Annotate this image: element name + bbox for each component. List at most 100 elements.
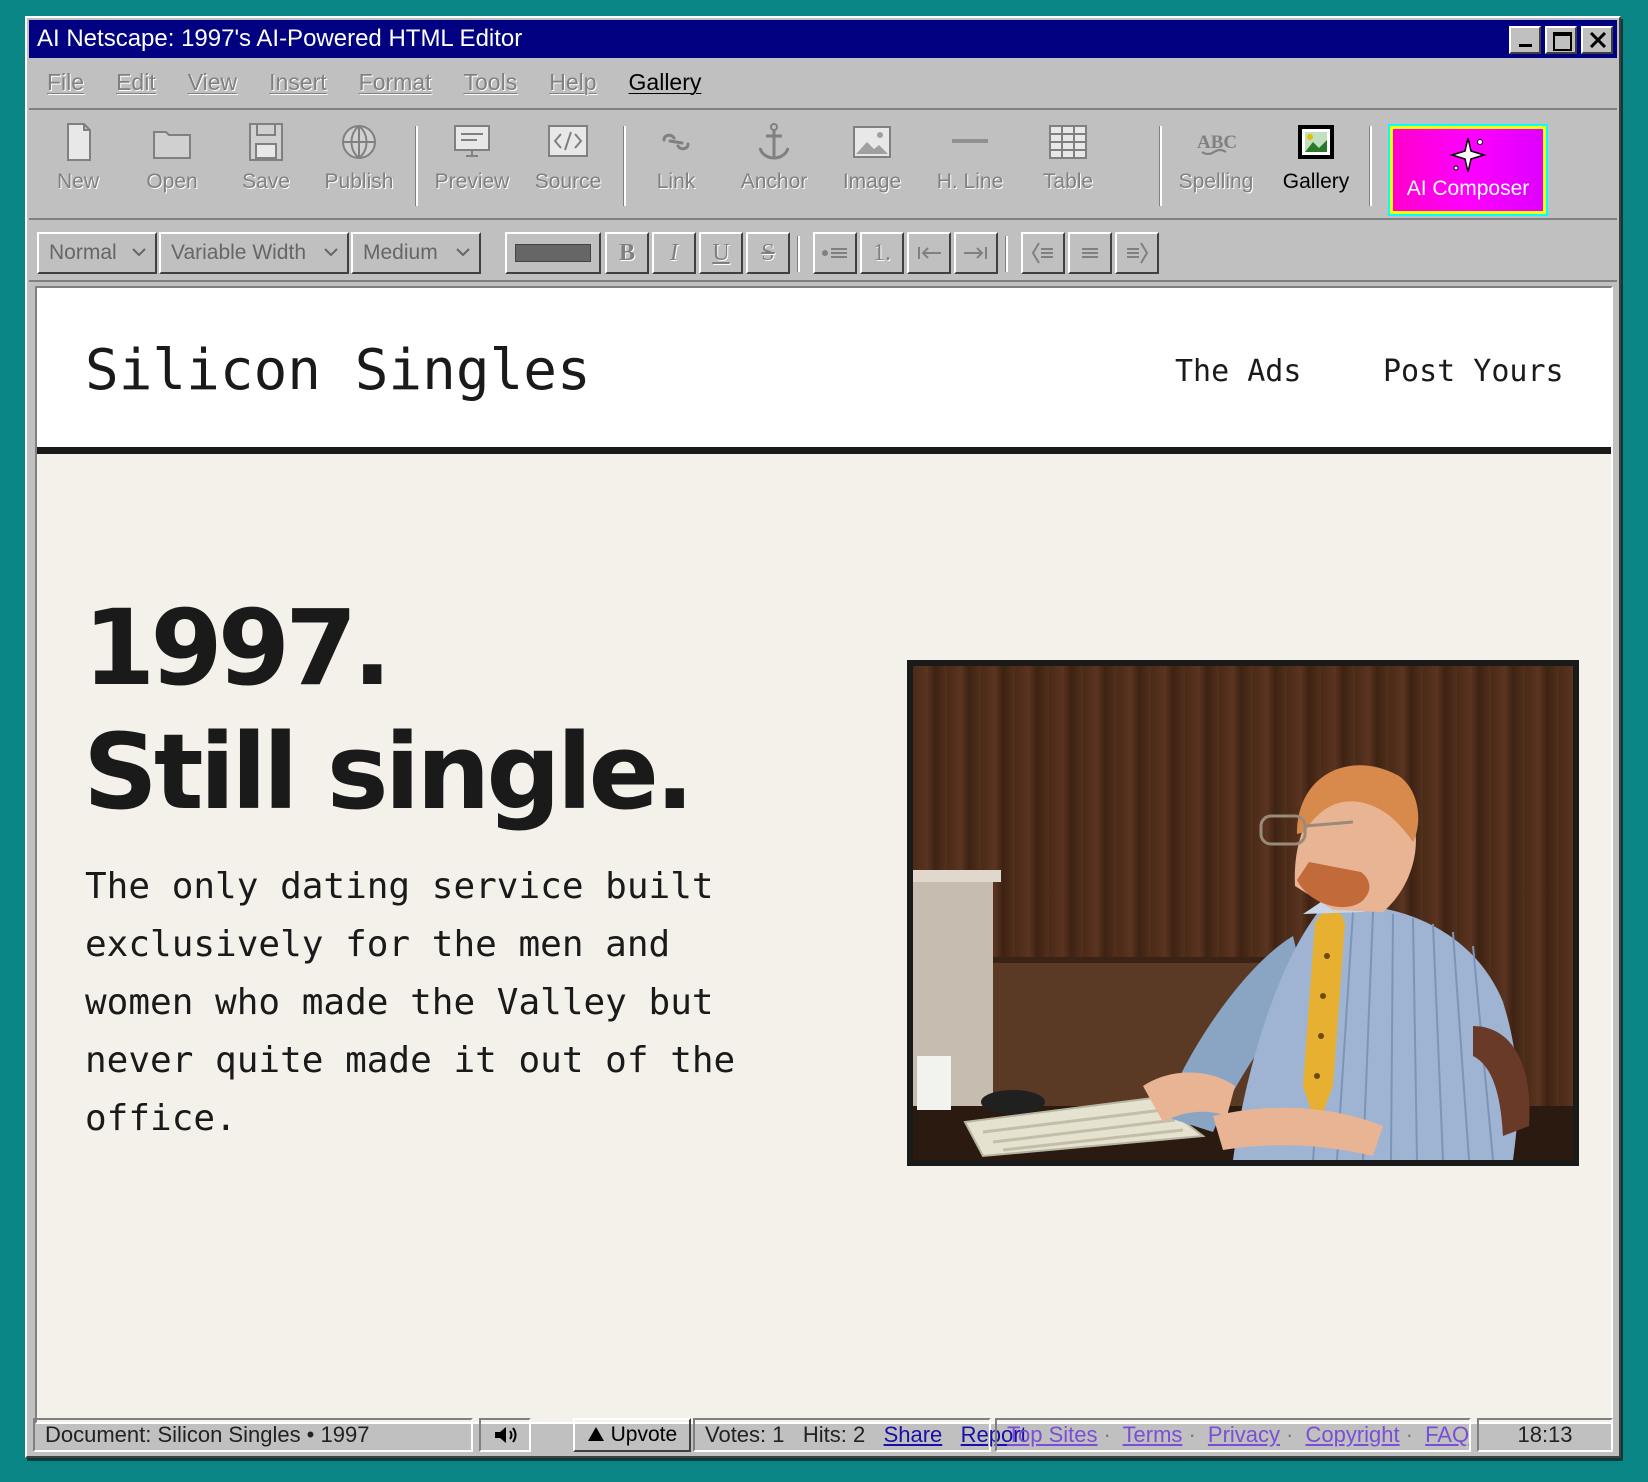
editor-window: AI Netscape: 1997's AI-Powered HTML Edit… [25,16,1621,1458]
align-left-button[interactable] [1021,232,1065,274]
man-at-computer-illustration [913,765,1573,1160]
chevron-down-icon [132,248,146,257]
close-icon [1589,32,1607,48]
menu-view[interactable]: View [188,69,237,96]
menu-file[interactable]: File [47,69,84,96]
align-center-button[interactable] [1068,232,1112,274]
source-button[interactable]: Source [523,116,613,212]
ordered-list-button[interactable]: 1. [860,232,904,274]
menu-format[interactable]: Format [359,69,432,96]
hero-photo[interactable] [907,660,1579,1166]
new-document-icon [67,123,91,161]
align-right-button[interactable] [1115,232,1159,274]
menu-insert[interactable]: Insert [269,69,327,96]
format-separator [1005,236,1008,272]
horizontal-line-icon [952,139,988,143]
nav-link-post-yours[interactable]: Post Yours [1383,354,1564,389]
menu-help[interactable]: Help [549,69,596,96]
chevron-down-icon [456,248,470,257]
main-toolbar: New Open Save Publish Preview Source Lin… [29,108,1617,220]
open-button[interactable]: Open [127,116,217,212]
clock: 18:13 [1477,1418,1613,1452]
anchor-button[interactable]: Anchor [729,116,819,212]
menu-edit[interactable]: Edit [116,69,156,96]
chevron-down-icon [324,248,338,257]
color-swatch [515,244,591,262]
close-button[interactable] [1581,26,1613,54]
strikethrough-button[interactable]: S [746,232,790,274]
format-toolbar: Normal Variable Width Medium B I U S 1. [29,224,1617,282]
site-header: Silicon Singles The Ads Post Yours [37,288,1611,454]
votes-count: Votes: 1 [705,1422,785,1447]
indent-button[interactable] [954,232,998,274]
ai-composer-button[interactable]: AI Composer [1388,124,1548,216]
link-button[interactable]: Link [631,116,721,212]
save-button[interactable]: Save [221,116,311,212]
align-center-icon [1082,248,1098,258]
hero-heading-year: 1997. [83,587,392,709]
chain-link-icon [662,133,690,151]
speaker-icon [495,1427,517,1443]
site-title[interactable]: Silicon Singles [85,338,591,403]
minimize-button[interactable] [1509,26,1541,54]
footer-link-privacy[interactable]: Privacy [1208,1422,1280,1447]
underline-button[interactable]: U [699,232,743,274]
status-bar: Document: Silicon Singles • 1997 Upvote … [29,1418,1617,1454]
bullet-list-button[interactable] [813,232,857,274]
text-color-picker[interactable] [505,232,601,274]
menu-gallery[interactable]: Gallery [629,69,702,96]
bold-button[interactable]: B [605,232,649,274]
align-left-icon [1031,242,1053,264]
outdent-button[interactable] [907,232,951,274]
format-separator [797,236,800,272]
outdent-icon [918,247,941,259]
italic-button[interactable]: I [652,232,696,274]
sound-toggle[interactable] [479,1418,531,1452]
footer-link-faq[interactable]: FAQ [1425,1422,1469,1447]
font-size-select[interactable]: Medium [351,232,481,274]
image-icon [853,126,891,158]
footer-link-copyright[interactable]: Copyright [1305,1422,1399,1447]
sparkle-icon [1449,137,1487,173]
share-link[interactable]: Share [884,1422,943,1447]
new-button[interactable]: New [33,116,123,212]
editor-canvas[interactable]: Silicon Singles The Ads Post Yours 1997.… [35,286,1613,1424]
floppy-disk-icon [249,123,283,161]
maximize-button[interactable] [1545,26,1577,54]
vote-stats: Votes: 1 Hits: 2 Share Report [693,1418,1027,1452]
anchor-icon [758,123,790,160]
toolbar-separator [1159,126,1162,206]
table-button[interactable]: Table [1023,116,1113,212]
horizontal-line-button[interactable]: H. Line [925,116,1015,212]
hits-count: Hits: 2 [802,1422,866,1447]
globe-icon [342,125,376,159]
triangle-up-icon [587,1427,604,1441]
align-right-icon [1127,242,1149,264]
menu-bar: File Edit View Insert Format Tools Help … [29,62,1617,102]
title-bar[interactable]: AI Netscape: 1997's AI-Powered HTML Edit… [29,20,1617,58]
spell-check-icon: ABC [1197,132,1237,155]
indent-icon [964,247,987,259]
spelling-button[interactable]: ABC Spelling [1171,116,1261,212]
footer-link-top-sites[interactable]: Top Sites [1007,1422,1098,1447]
publish-button[interactable]: Publish [314,116,404,212]
gallery-button[interactable]: Gallery [1271,116,1361,212]
font-select[interactable]: Variable Width [159,232,349,274]
folder-icon [153,131,191,159]
hero-description: The only dating service built exclusivel… [85,866,736,1139]
nav-link-the-ads[interactable]: The Ads [1175,354,1301,389]
toolbar-separator [623,126,626,206]
paragraph-style-select[interactable]: Normal [37,232,157,274]
code-icon [548,125,588,157]
toolbar-separator [415,126,418,206]
preview-button[interactable]: Preview [427,116,517,212]
toolbar-separator [1369,126,1372,206]
menu-tools[interactable]: Tools [464,69,518,96]
image-button[interactable]: Image [827,116,917,212]
monitor-icon [454,125,490,157]
table-icon [1049,125,1087,159]
upvote-button[interactable]: Upvote [573,1418,691,1452]
document-status: Document: Silicon Singles • 1997 [33,1418,473,1452]
footer-link-terms[interactable]: Terms [1123,1422,1183,1447]
picture-frame-icon [1298,125,1334,159]
